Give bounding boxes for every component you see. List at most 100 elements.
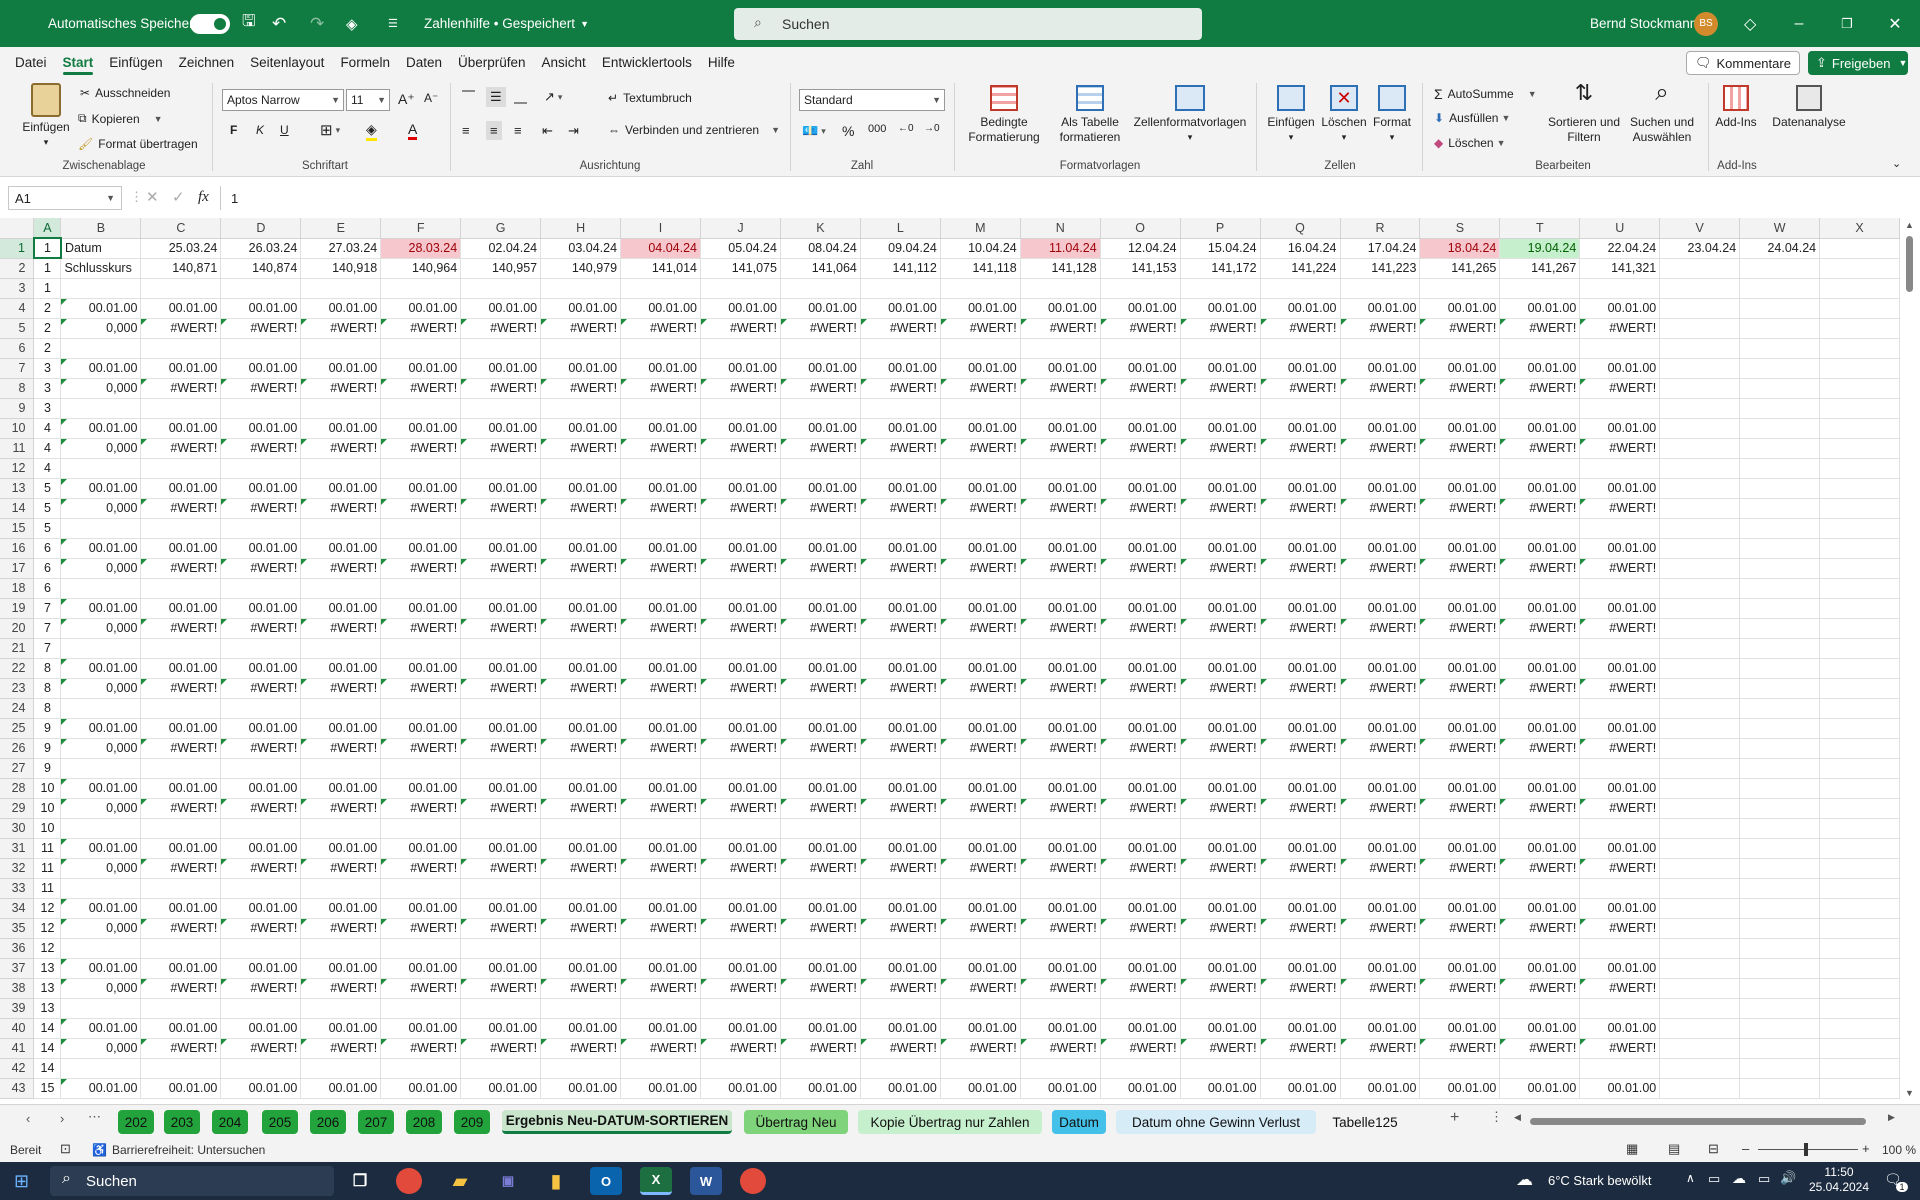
cell[interactable]: [780, 818, 861, 839]
cell[interactable]: #WERT!: [700, 798, 781, 819]
cell[interactable]: #WERT!: [1260, 978, 1341, 999]
cell[interactable]: [60, 1058, 142, 1079]
cell[interactable]: 6: [33, 578, 62, 599]
cell[interactable]: [60, 758, 142, 779]
cell[interactable]: 00.01.00: [540, 298, 622, 319]
cell[interactable]: 05.04.24: [700, 238, 781, 259]
cell[interactable]: 15.04.24: [1180, 238, 1261, 259]
cell[interactable]: [1260, 278, 1341, 299]
cell[interactable]: 00.01.00: [860, 718, 941, 739]
cell[interactable]: #WERT!: [940, 798, 1021, 819]
cell[interactable]: [1659, 278, 1741, 299]
row-header[interactable]: 40: [0, 1018, 35, 1039]
increase-decimal-icon[interactable]: ←0: [898, 123, 914, 134]
cell[interactable]: 00.01.00: [620, 538, 701, 559]
cell[interactable]: #WERT!: [540, 678, 622, 699]
cell[interactable]: [220, 458, 302, 479]
cell[interactable]: #WERT!: [220, 318, 302, 339]
cell[interactable]: 7: [33, 638, 62, 659]
cell[interactable]: [380, 698, 462, 719]
tray-chevron-icon[interactable]: ∧: [1686, 1171, 1695, 1185]
cell[interactable]: [1819, 578, 1900, 599]
cell[interactable]: 00.01.00: [780, 778, 861, 799]
cell[interactable]: #WERT!: [1100, 498, 1181, 519]
cell[interactable]: [1739, 618, 1821, 639]
cell[interactable]: #WERT!: [620, 558, 701, 579]
cell[interactable]: 00.01.00: [1180, 358, 1261, 379]
cell[interactable]: 00.01.00: [1419, 958, 1501, 979]
borders-icon[interactable]: ⊞ ▾: [320, 121, 340, 139]
cell[interactable]: #WERT!: [1340, 738, 1421, 759]
cell[interactable]: [1020, 578, 1101, 599]
cell[interactable]: #WERT!: [380, 1038, 462, 1059]
fill-color-bucket-icon[interactable]: ◈: [366, 121, 377, 141]
cell[interactable]: [1100, 638, 1181, 659]
sheet-tab[interactable]: 207: [358, 1110, 394, 1134]
cell[interactable]: #WERT!: [940, 978, 1021, 999]
cell[interactable]: [700, 1058, 781, 1079]
tab-options-icon[interactable]: ⋮: [1490, 1109, 1503, 1125]
cell[interactable]: 4: [33, 418, 62, 439]
cell[interactable]: #WERT!: [780, 798, 861, 819]
cell[interactable]: [1739, 278, 1821, 299]
cell[interactable]: [860, 878, 941, 899]
increase-indent-icon[interactable]: ⇥: [568, 123, 579, 139]
cell[interactable]: #WERT!: [1499, 918, 1581, 939]
cell[interactable]: [1419, 698, 1501, 719]
cell[interactable]: #WERT!: [1340, 858, 1421, 879]
cell[interactable]: [780, 458, 861, 479]
row-header[interactable]: 18: [0, 578, 35, 599]
cell[interactable]: [700, 638, 781, 659]
cell[interactable]: 26.03.24: [220, 238, 302, 259]
cell[interactable]: [1739, 738, 1821, 759]
cell[interactable]: #WERT!: [940, 918, 1021, 939]
cell[interactable]: [1499, 578, 1581, 599]
cell[interactable]: #WERT!: [380, 798, 462, 819]
cell[interactable]: 00.01.00: [1579, 598, 1661, 619]
cell[interactable]: 141,064: [780, 258, 861, 279]
cell[interactable]: [380, 338, 462, 359]
cell[interactable]: #WERT!: [540, 918, 622, 939]
cell[interactable]: 7: [33, 618, 62, 639]
cell[interactable]: [940, 1058, 1021, 1079]
cell[interactable]: 00.01.00: [460, 838, 542, 859]
volume-icon[interactable]: 🔊: [1780, 1170, 1796, 1186]
cell[interactable]: [1659, 438, 1741, 459]
cell[interactable]: 0,000: [60, 1038, 142, 1059]
row-header[interactable]: 5: [0, 318, 35, 339]
cell[interactable]: [1499, 878, 1581, 899]
cell[interactable]: [380, 578, 462, 599]
cell[interactable]: 00.01.00: [1419, 778, 1501, 799]
tab-scroll-left-icon[interactable]: ‹: [26, 1111, 30, 1126]
cell[interactable]: #WERT!: [1260, 378, 1341, 399]
cell[interactable]: [540, 278, 622, 299]
cell[interactable]: 00.01.00: [860, 778, 941, 799]
cell[interactable]: [540, 398, 622, 419]
cell[interactable]: [1659, 898, 1741, 919]
cell[interactable]: [1739, 638, 1821, 659]
cell[interactable]: 00.01.00: [940, 538, 1021, 559]
cell[interactable]: #WERT!: [1020, 318, 1101, 339]
cell[interactable]: [140, 458, 222, 479]
cell[interactable]: [140, 938, 222, 959]
cell[interactable]: #WERT!: [300, 678, 382, 699]
confirm-icon[interactable]: ✓: [172, 188, 185, 206]
cell[interactable]: 00.01.00: [300, 958, 382, 979]
cell[interactable]: #WERT!: [860, 378, 941, 399]
cell[interactable]: 00.01.00: [780, 718, 861, 739]
cell[interactable]: 00.01.00: [220, 478, 302, 499]
cell[interactable]: #WERT!: [1180, 318, 1261, 339]
cell[interactable]: [1659, 818, 1741, 839]
cell[interactable]: 00.01.00: [1340, 958, 1421, 979]
cell[interactable]: #WERT!: [700, 918, 781, 939]
cell[interactable]: 00.01.00: [220, 1078, 302, 1099]
cell[interactable]: [220, 818, 302, 839]
cell[interactable]: 11: [33, 858, 62, 879]
cell[interactable]: 00.01.00: [860, 598, 941, 619]
cell[interactable]: [140, 698, 222, 719]
cell[interactable]: [220, 338, 302, 359]
row-header[interactable]: 31: [0, 838, 35, 859]
fill-color-icon[interactable]: ◈: [346, 0, 358, 47]
cell[interactable]: #WERT!: [1260, 618, 1341, 639]
cell[interactable]: 13: [33, 978, 62, 999]
